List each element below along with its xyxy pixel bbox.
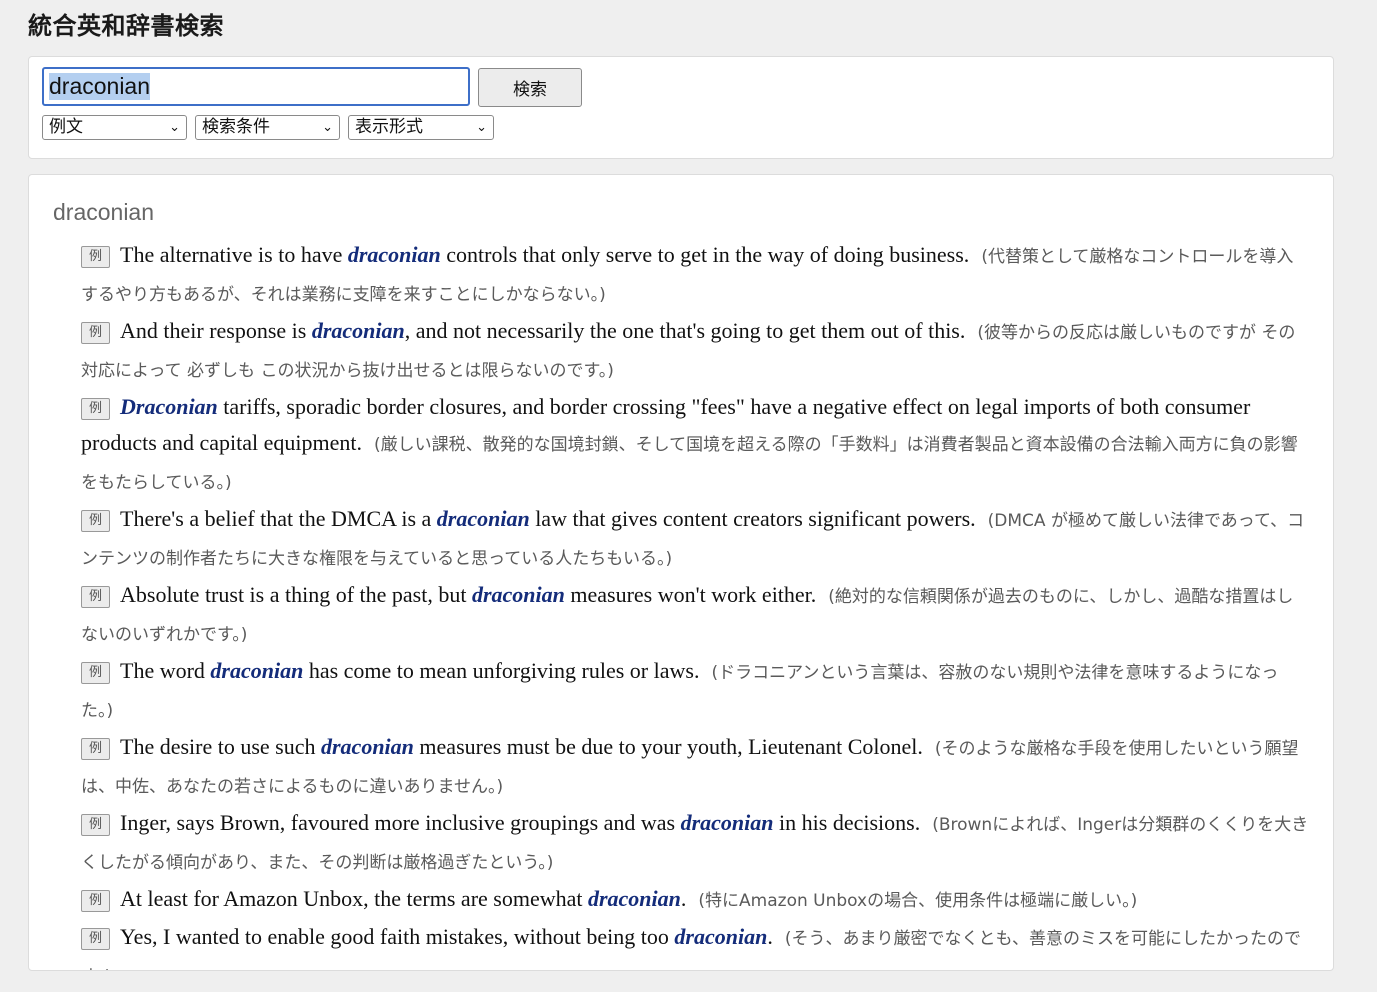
page-title: 統合英和辞書検索 — [28, 12, 224, 40]
filter-select-example[interactable]: 例文 ⌄ — [42, 115, 187, 140]
filter-select-display[interactable]: 表示形式 ⌄ — [348, 115, 494, 140]
sentence-text: Absolute trust is a thing of the past, b… — [120, 582, 472, 607]
example-badge: 例 — [81, 246, 110, 268]
example-sentence: 例 The word draconian has come to mean unf… — [81, 653, 1309, 729]
sentence-text: And their response is — [120, 318, 312, 343]
filter-select-example-value: 例文 — [49, 117, 83, 137]
search-panel: 検索 例文 ⌄ 検索条件 ⌄ 表示形式 ⌄ — [28, 56, 1334, 159]
keyword-highlight: draconian — [471, 582, 565, 607]
result-headword: draconian — [53, 199, 155, 225]
example-sentence: 例 Inger, says Brown, favoured more inclus… — [81, 805, 1309, 881]
example-sentence: 例 Draconian tariffs, sporadic border clos… — [81, 389, 1309, 501]
sentence-text: Inger, says Brown, favoured more inclusi… — [120, 810, 681, 835]
example-badge: 例 — [81, 586, 110, 608]
sentence-translation: (特にAmazon Unboxの場合、使用条件は極端に厳しい。) — [698, 891, 1138, 911]
example-badge: 例 — [81, 890, 110, 912]
keyword-highlight: draconian — [347, 242, 441, 267]
example-badge: 例 — [81, 510, 110, 532]
example-sentence: 例 Yes, I wanted to enable good faith mist… — [81, 919, 1309, 970]
sentence-text: The word — [120, 658, 211, 683]
keyword-highlight: Draconian — [120, 394, 218, 419]
example-badge: 例 — [81, 738, 110, 760]
example-sentence: 例 There's a belief that the DMCA is a dra… — [81, 501, 1309, 577]
example-badge: 例 — [81, 322, 110, 344]
sentence-text: There's a belief that the DMCA is a — [120, 506, 437, 531]
example-badge: 例 — [81, 928, 110, 950]
example-badge: 例 — [81, 398, 110, 420]
sentence-text: . — [767, 924, 773, 949]
example-sentence: 例 Absolute trust is a thing of the past, … — [81, 577, 1309, 653]
sentence-text: in his decisions. — [773, 810, 921, 835]
keyword-highlight: draconian — [680, 810, 774, 835]
search-input[interactable] — [42, 67, 470, 106]
example-badge: 例 — [81, 662, 110, 684]
chevron-down-icon: ⌄ — [169, 120, 180, 135]
filter-select-condition[interactable]: 検索条件 ⌄ — [195, 115, 340, 140]
keyword-highlight: draconian — [210, 658, 304, 683]
sentence-text: Yes, I wanted to enable good faith mista… — [120, 924, 675, 949]
keyword-highlight: draconian — [311, 318, 405, 343]
sentence-text: The desire to use such — [120, 734, 321, 759]
example-sentence: 例 The alternative is to have draconian co… — [81, 237, 1309, 313]
filter-select-condition-value: 検索条件 — [202, 117, 270, 137]
chevron-down-icon: ⌄ — [322, 120, 333, 135]
sentence-text: measures must be due to your youth, Lieu… — [413, 734, 923, 759]
sentence-text: has come to mean unforgiving rules or la… — [303, 658, 700, 683]
sentence-text: . — [680, 886, 687, 911]
keyword-highlight: draconian — [321, 734, 414, 759]
sentence-text: , and not necessarily the one that's goi… — [404, 318, 966, 343]
example-badge: 例 — [81, 814, 110, 836]
filter-select-display-value: 表示形式 — [355, 117, 423, 137]
keyword-highlight: draconian — [587, 886, 681, 911]
example-sentence: 例 At least for Amazon Unbox, the terms ar… — [81, 881, 1309, 919]
keyword-highlight: draconian — [436, 506, 530, 531]
example-sentence: 例 And their response is draconian, and no… — [81, 313, 1309, 389]
keyword-highlight: draconian — [674, 924, 768, 949]
sentence-text: controls that only serve to get in the w… — [440, 242, 970, 267]
results-panel: draconian 例 The alternative is to have dr… — [28, 174, 1334, 971]
sentence-text: measures won't work either. — [564, 582, 817, 607]
sentence-text: At least for Amazon Unbox, the terms are… — [120, 886, 588, 911]
sentence-text: law that gives content creators signific… — [529, 506, 976, 531]
chevron-down-icon: ⌄ — [476, 120, 487, 135]
sentence-text: The alternative is to have — [120, 242, 348, 267]
example-list: 例 The alternative is to have draconian co… — [81, 237, 1309, 970]
search-button[interactable]: 検索 — [478, 68, 582, 107]
example-sentence: 例 The desire to use such draconian measur… — [81, 729, 1309, 805]
